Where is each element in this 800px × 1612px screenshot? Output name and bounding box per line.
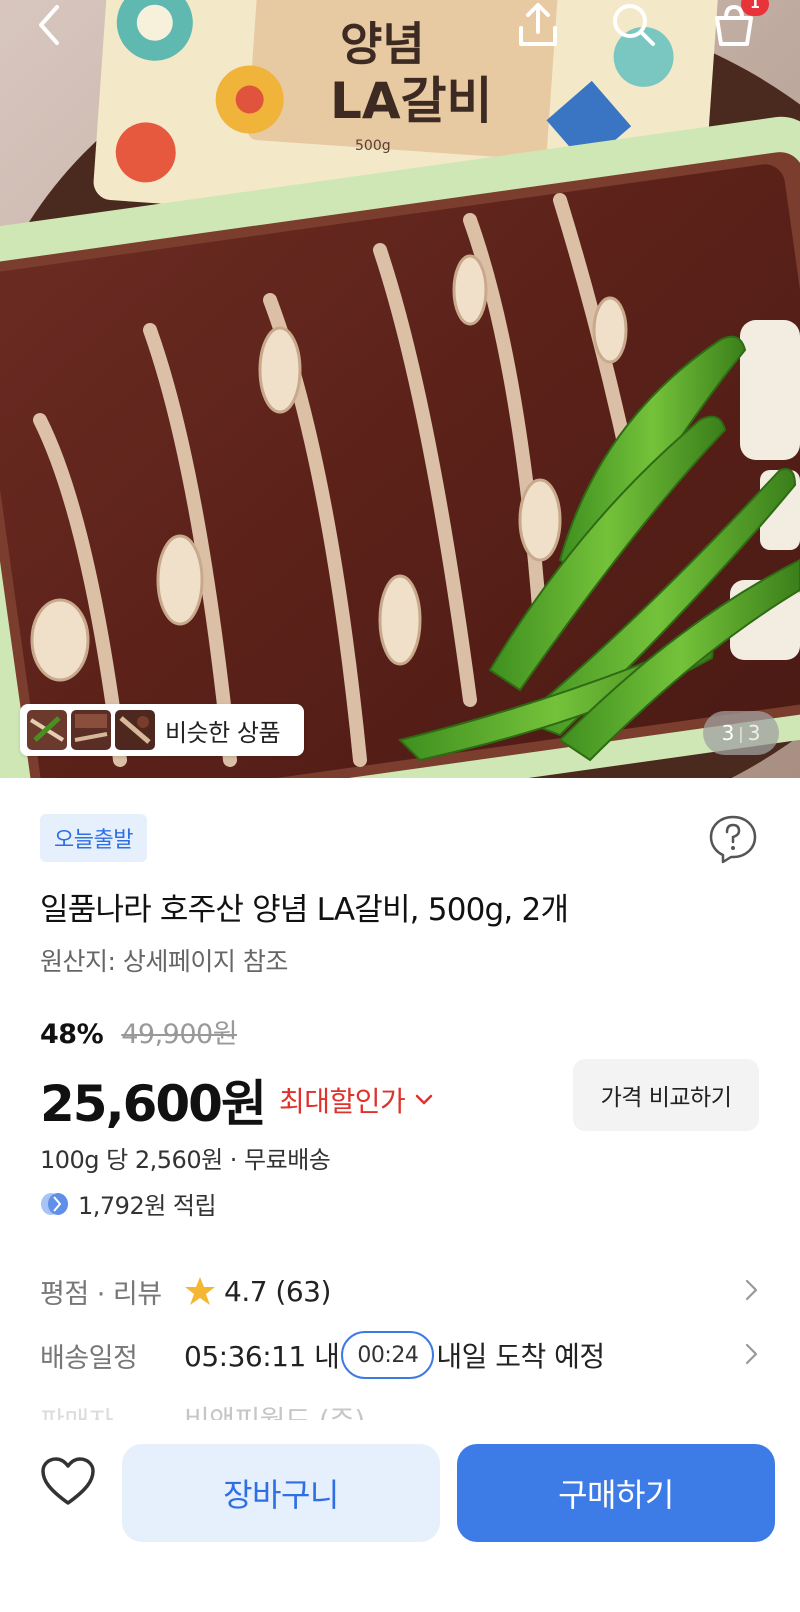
chevron-right-icon [745, 1343, 758, 1365]
delivery-schedule-row[interactable]: 배송일정 05:36:11 내 00:24 내일 도착 예정 [40, 1330, 760, 1380]
reward-coin-icon [41, 1192, 68, 1215]
reward-points-row: 1,792원 적립 [40, 1186, 217, 1221]
current-page: 3 [721, 721, 735, 745]
question-bubble-icon [709, 815, 757, 864]
svg-text:LA갈비: LA갈비 [330, 72, 493, 130]
share-button[interactable] [510, 0, 566, 50]
similar-thumb-1 [27, 710, 67, 750]
add-to-cart-button[interactable]: 장바구니 [122, 1444, 440, 1542]
chevron-down-icon [416, 1094, 433, 1105]
rating-review-row[interactable]: 평점 · 리뷰 4.7 (63) [40, 1266, 760, 1316]
rating-review-label: 평점 · 리뷰 [40, 1278, 162, 1310]
video-timer-bubble[interactable]: 00:24 [341, 1331, 435, 1379]
back-button[interactable] [22, 0, 78, 50]
search-button[interactable] [606, 0, 662, 50]
svg-text:500g: 500g [355, 138, 391, 154]
origin-info: 원산지: 상세페이지 참조 [40, 947, 288, 976]
product-photo: 양념 LA갈비 500g [0, 0, 800, 778]
chevron-left-icon [39, 5, 59, 45]
unit-price-shipping: 100g 당 2,560원 · 무료배송 [40, 1146, 331, 1174]
total-pages: 3 [747, 721, 761, 745]
heart-icon [41, 1457, 95, 1505]
wishlist-button[interactable] [36, 1450, 100, 1514]
price-compare-button[interactable]: 가격 비교하기 [573, 1059, 759, 1131]
discount-rate: 48% [40, 1019, 104, 1050]
price-row: 25,600원 최대할인가 [40, 1064, 433, 1136]
similar-products-button[interactable]: 비슷한 상품 [20, 704, 304, 756]
cart-count-badge: 1 [741, 0, 769, 16]
max-discount-label: 최대할인가 [278, 1085, 406, 1118]
buy-now-button[interactable]: 구매하기 [457, 1444, 775, 1542]
product-title: 일품나라 호주산 양념 LA갈비, 500g, 2개 [40, 892, 569, 928]
page-separator: | [738, 723, 744, 743]
max-discount-dropdown[interactable]: 최대할인가 [279, 1080, 433, 1120]
star-icon [185, 1277, 215, 1305]
bottom-action-bar: 장바구니 구매하기 [0, 1420, 800, 1612]
share-icon [519, 3, 557, 46]
similar-thumb-2 [71, 710, 111, 750]
reward-points: 1,792원 적립 [78, 1192, 217, 1220]
similar-thumb-3 [115, 710, 155, 750]
delivery-schedule-value: 05:36:11 내 00:24 내일 도착 예정 [184, 1331, 605, 1379]
delivery-schedule-label: 배송일정 [40, 1342, 138, 1374]
delivery-countdown: 05:36:11 내 [184, 1340, 340, 1373]
similar-products-label: 비슷한 상품 [165, 718, 281, 747]
product-image-gallery[interactable]: 양념 LA갈비 500g 1 비슷한 상품 3 | 3 [0, 0, 800, 778]
chevron-right-icon [745, 1279, 758, 1301]
rating-value: 4.7 (63) [224, 1274, 331, 1308]
discount-row: 48% 49,900원 [40, 1012, 238, 1051]
top-navigation-bar: 1 [0, 0, 800, 60]
search-icon [613, 4, 655, 46]
delivery-eta: 내일 도착 예정 [436, 1340, 605, 1373]
original-price: 49,900원 [121, 1019, 238, 1050]
image-page-counter: 3 | 3 [703, 711, 779, 755]
rating-value-group: 4.7 (63) [184, 1275, 331, 1308]
today-shipping-badge: 오늘출발 [40, 814, 147, 862]
help-button[interactable] [708, 814, 758, 864]
sale-price: 25,600원 [40, 1075, 267, 1133]
